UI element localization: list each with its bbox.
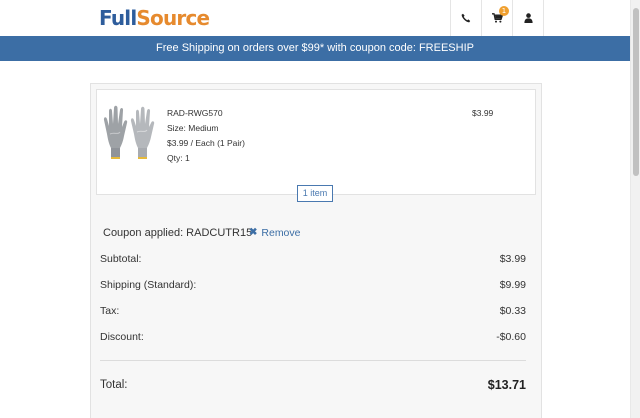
logo-full-text: Full [99, 6, 137, 30]
site-header: FullSource 1 [0, 0, 630, 36]
item-sku[interactable]: RAD-RWG570 [167, 106, 245, 121]
total-label: Total: [100, 379, 128, 391]
discount-value: -$0.60 [496, 331, 526, 343]
cart-item-card: RAD-RWG570 Size: Medium $3.99 / Each (1 … [96, 89, 536, 195]
logo-source-text: Source [136, 6, 210, 30]
subtotal-label: Subtotal: [100, 253, 142, 265]
cart-count-badge: 1 [499, 6, 509, 16]
tax-label: Tax: [100, 305, 120, 317]
remove-coupon-link[interactable]: ✖ Remove [249, 226, 301, 240]
cart-summary-panel: RAD-RWG570 Size: Medium $3.99 / Each (1 … [90, 83, 542, 418]
item-price: $3.99 [472, 108, 494, 118]
remove-x-icon: ✖ [249, 227, 258, 238]
shipping-label: Shipping (Standard): [100, 279, 197, 291]
cart-item-details: RAD-RWG570 Size: Medium $3.99 / Each (1 … [167, 106, 245, 166]
discount-label: Discount: [100, 331, 144, 343]
phone-icon [461, 13, 471, 23]
subtotal-row: Subtotal: $3.99 [100, 252, 526, 266]
coupon-applied-text: Coupon applied: RADCUTR15 [103, 227, 253, 239]
shipping-row: Shipping (Standard): $9.99 [100, 278, 526, 292]
fullsource-logo[interactable]: FullSource [99, 6, 210, 30]
discount-row: Discount: -$0.60 [100, 330, 526, 344]
total-value: $13.71 [487, 378, 526, 392]
phone-button[interactable] [450, 0, 481, 36]
page-scrollbar[interactable] [630, 0, 640, 418]
cart-button[interactable]: 1 [481, 0, 512, 36]
subtotal-value: $3.99 [499, 253, 526, 265]
tax-value: $0.33 [499, 305, 526, 317]
shipping-value: $9.99 [499, 279, 526, 291]
glove-product-image[interactable] [101, 104, 157, 162]
account-button[interactable] [512, 0, 544, 36]
item-quantity: Qty: 1 [167, 153, 190, 163]
item-count-badge[interactable]: 1 item [297, 185, 333, 202]
remove-coupon-label: Remove [261, 227, 301, 239]
item-unit-price: $3.99 / Each (1 Pair) [167, 138, 245, 148]
summary-divider [100, 360, 526, 361]
user-icon [523, 13, 533, 23]
scrollbar-thumb[interactable] [633, 8, 639, 176]
item-size: Size: Medium [167, 123, 219, 133]
tax-row: Tax: $0.33 [100, 304, 526, 318]
header-icons: 1 [450, 0, 544, 36]
total-row: Total: $13.71 [100, 376, 526, 394]
promo-banner: Free Shipping on orders over $99* with c… [0, 36, 630, 61]
